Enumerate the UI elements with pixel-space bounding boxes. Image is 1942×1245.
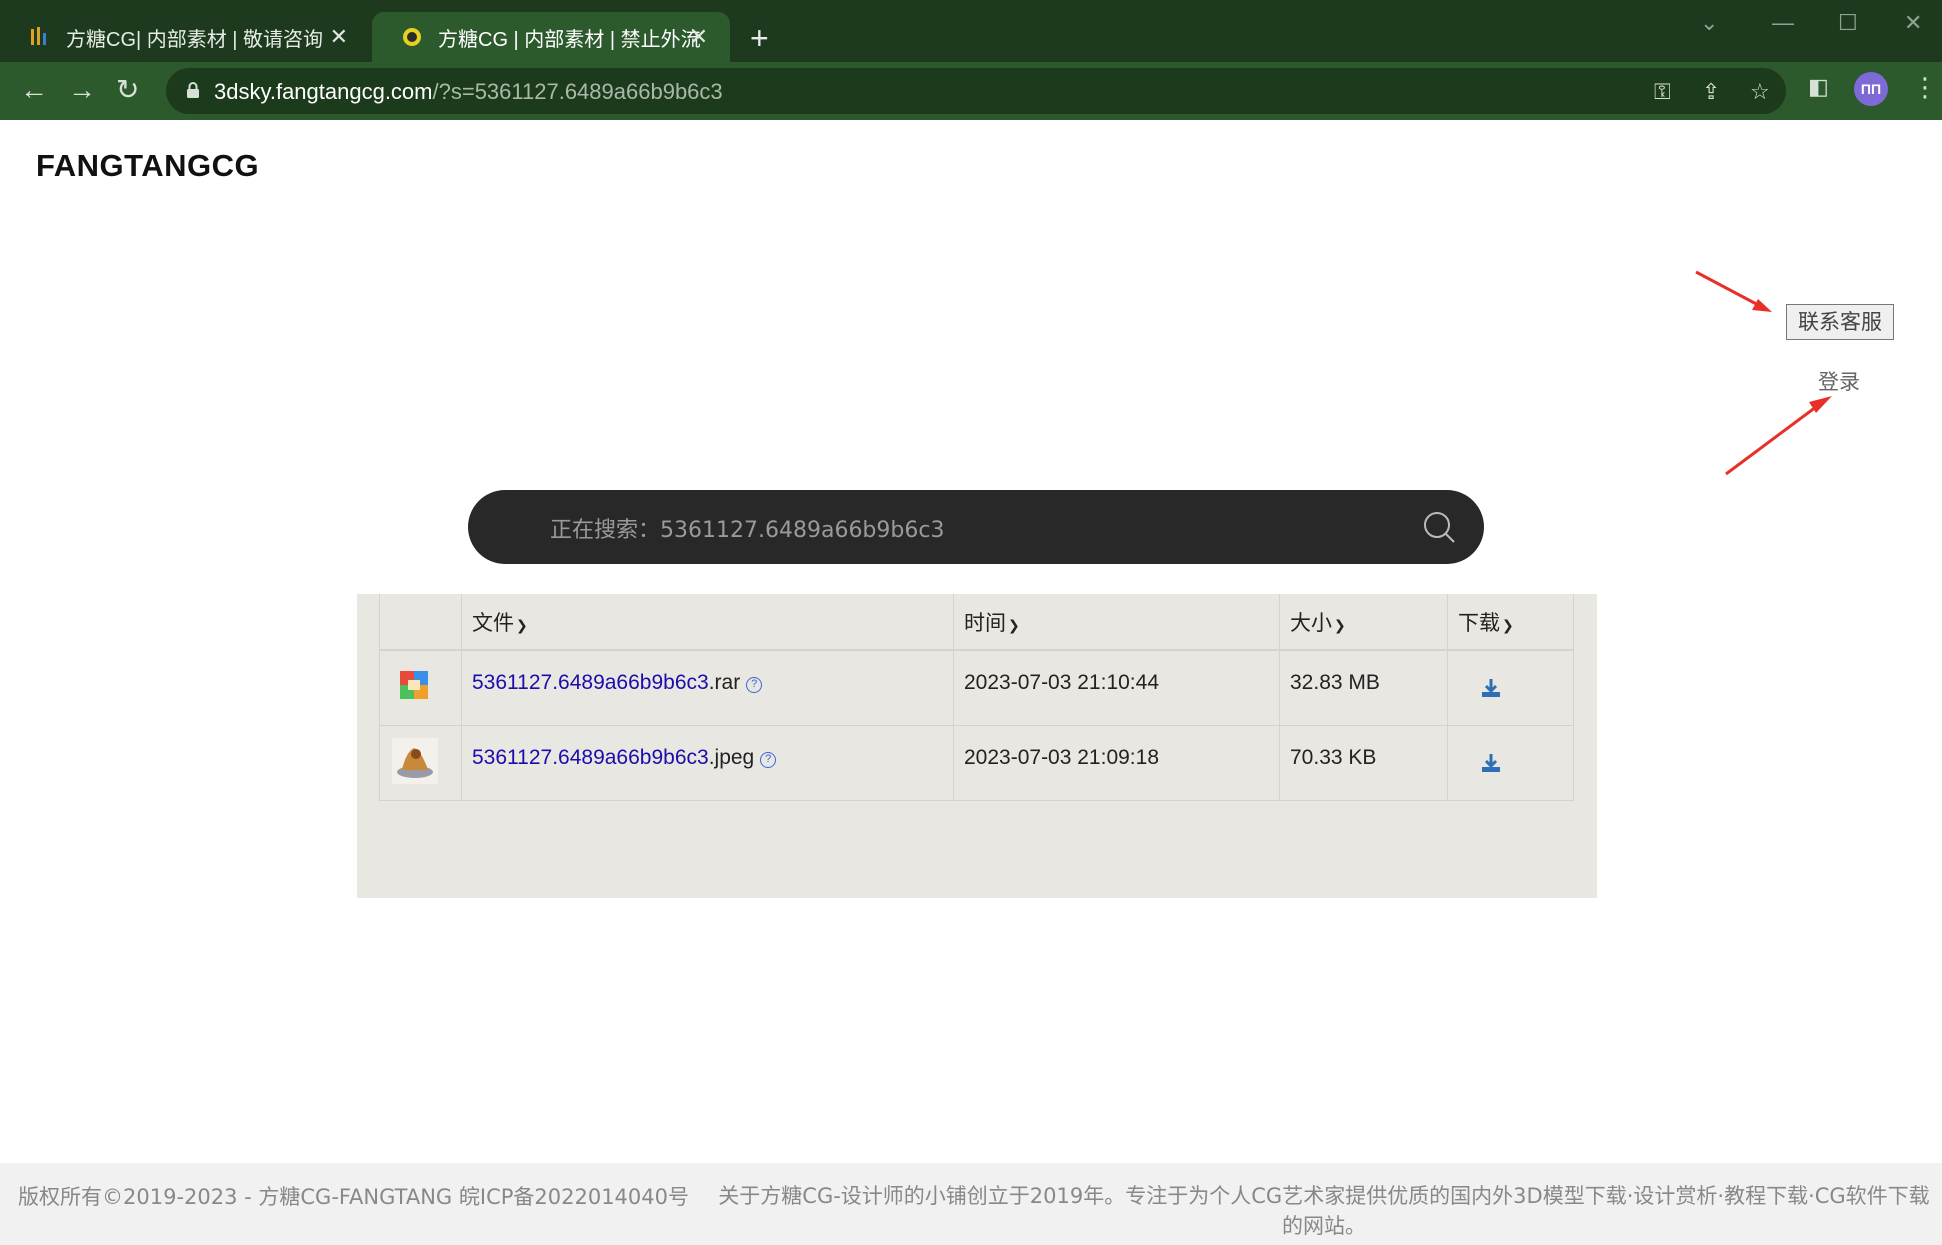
bookmark-star-icon[interactable]: ☆ — [1750, 79, 1770, 105]
file-time-cell: 2023-07-03 21:09:18 — [953, 725, 1280, 801]
search-bar[interactable]: 正在搜索：5361127.6489a66b9b6c3 — [468, 490, 1484, 564]
file-name-link[interactable]: 5361127.6489a66b9b6c3 — [472, 671, 709, 694]
contact-support-button[interactable]: 联系客服 — [1786, 304, 1894, 340]
about-text: 关于方糖CG-设计师的小铺创立于2019年。专注于为个人CG艺术家提供优质的国内… — [718, 1184, 1930, 1238]
tab-inactive[interactable]: 方糖CG| 内部素材 | 敬请咨询 ✕ — [0, 12, 370, 62]
file-type-cell — [379, 650, 462, 726]
key-icon[interactable]: ⚿ — [1654, 79, 1671, 105]
tab-search-icon[interactable]: ⌄ — [1700, 10, 1718, 36]
arrow-to-contact — [1695, 270, 1772, 312]
file-name-cell[interactable]: 5361127.6489a66b9b6c3.jpeg? — [461, 725, 954, 801]
help-icon[interactable]: ? — [760, 751, 777, 768]
column-header-size[interactable]: 大小 ❯ — [1279, 594, 1448, 651]
back-icon[interactable]: ← — [20, 74, 48, 106]
fangtang-favicon — [403, 28, 421, 46]
close-tab-icon[interactable]: ✕ — [330, 24, 348, 50]
download-icon[interactable] — [1480, 677, 1502, 699]
browser-toolbar: ← → ↻ 3dsky.fangtangcg.com/?s=5361127.64… — [0, 62, 1942, 120]
side-panel-icon[interactable]: ◧ — [1808, 74, 1829, 100]
fangtang-favicon — [31, 27, 46, 45]
minimize-icon[interactable]: — — [1772, 10, 1794, 36]
sort-arrow-icon: ❯ — [1008, 617, 1020, 634]
url-text: 3dsky.fangtangcg.com/?s=5361127.6489a66b… — [214, 79, 723, 104]
close-tab-icon[interactable]: ✕ — [690, 24, 708, 50]
table-row: 5361127.6489a66b9b6c3.rar? 2023-07-03 21… — [379, 650, 1574, 726]
copyright-text: 版权所有©2019-2023 - 方糖CG-FANGTANG 皖ICP备2022… — [18, 1185, 690, 1209]
table-row: 5361127.6489a66b9b6c3.jpeg? 2023-07-03 2… — [379, 725, 1574, 801]
page-body: FANGTANGCG 联系客服 登录 正在搜索：5361127.6489a66b… — [0, 120, 1942, 1245]
arrow-to-login — [1725, 396, 1832, 476]
icon-column-header — [379, 594, 462, 651]
download-cell — [1447, 725, 1574, 801]
search-input[interactable]: 正在搜索：5361127.6489a66b9b6c3 — [550, 512, 944, 544]
file-time-cell: 2023-07-03 21:10:44 — [953, 650, 1280, 726]
download-icon[interactable] — [1480, 752, 1502, 774]
download-cell — [1447, 650, 1574, 726]
table-header-row: 文件 ❯ 时间 ❯ 大小 ❯ 下载 ❯ — [379, 594, 1574, 651]
new-tab-icon[interactable]: + — [750, 20, 769, 56]
login-link[interactable]: 登录 — [1818, 366, 1860, 396]
reload-icon[interactable]: ↻ — [116, 74, 139, 106]
site-logo[interactable]: FANGTANGCG — [36, 148, 259, 184]
address-bar[interactable]: 3dsky.fangtangcg.com/?s=5361127.6489a66b… — [166, 68, 1786, 114]
file-size-cell: 32.83 MB — [1279, 650, 1448, 726]
close-window-icon[interactable]: ✕ — [1904, 10, 1922, 36]
sort-arrow-icon: ❯ — [1334, 617, 1346, 634]
image-thumbnail — [392, 737, 438, 784]
column-header-file[interactable]: 文件 ❯ — [461, 594, 954, 651]
tab-strip: 方糖CG| 内部素材 | 敬请咨询 ✕ 方糖CG | 内部素材 | 禁止外流 ✕… — [0, 0, 1942, 62]
archive-icon — [400, 671, 428, 699]
tab-title: 方糖CG| 内部素材 | 敬请咨询 — [66, 28, 324, 51]
sort-arrow-icon: ❯ — [1502, 617, 1514, 634]
forward-icon[interactable]: → — [68, 74, 96, 106]
lock-icon — [187, 82, 199, 98]
file-list-panel: 文件 ❯ 时间 ❯ 大小 ❯ 下载 ❯ 5361127.6489a66b9b6c3.ra… — [357, 594, 1597, 898]
file-name-cell[interactable]: 5361127.6489a66b9b6c3.rar? — [461, 650, 954, 726]
more-menu-icon[interactable]: ⋮ — [1912, 72, 1938, 103]
column-header-time[interactable]: 时间 ❯ — [953, 594, 1280, 651]
site-footer: 版权所有©2019-2023 - 方糖CG-FANGTANG 皖ICP备2022… — [0, 1163, 1942, 1245]
tab-title: 方糖CG | 内部素材 | 禁止外流 — [438, 28, 701, 51]
search-icon[interactable] — [1422, 510, 1456, 544]
share-icon[interactable]: ⇪ — [1702, 79, 1720, 105]
profile-avatar[interactable]: ΠΠ — [1854, 72, 1888, 106]
file-extension: .rar — [708, 671, 741, 694]
file-type-cell — [379, 725, 462, 801]
file-name-link[interactable]: 5361127.6489a66b9b6c3 — [472, 746, 709, 769]
tab-active[interactable]: 方糖CG | 内部素材 | 禁止外流 ✕ — [372, 12, 730, 62]
sort-arrow-icon: ❯ — [516, 617, 528, 634]
column-header-download[interactable]: 下载 ❯ — [1447, 594, 1574, 651]
maximize-icon[interactable]: ☐ — [1838, 10, 1858, 36]
file-extension: .jpeg — [708, 745, 755, 769]
help-icon[interactable]: ? — [746, 677, 763, 693]
file-table: 文件 ❯ 时间 ❯ 大小 ❯ 下载 ❯ 5361127.6489a66b9b6c3.ra… — [379, 594, 1574, 801]
file-size-cell: 70.33 KB — [1279, 725, 1448, 801]
